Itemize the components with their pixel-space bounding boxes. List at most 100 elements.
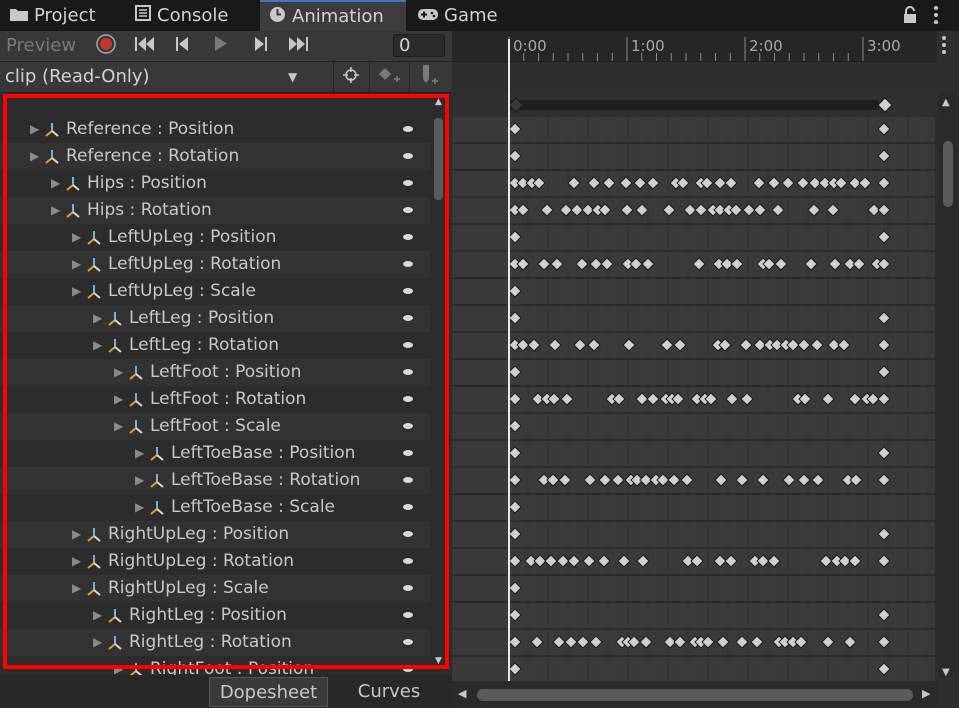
keyframe-row[interactable] bbox=[452, 225, 935, 252]
first-keyframe-button[interactable] bbox=[127, 31, 163, 61]
keyframe-row[interactable] bbox=[452, 387, 935, 414]
keyframe-row[interactable] bbox=[452, 360, 935, 387]
tab-game[interactable]: Game bbox=[418, 0, 498, 31]
property-row[interactable]: ▶ LeftToeBase : Position bbox=[0, 440, 430, 467]
expand-arrow-icon[interactable]: ▶ bbox=[72, 575, 81, 602]
property-row[interactable]: ▶ LeftUpLeg : Position bbox=[0, 224, 430, 251]
property-row[interactable]: ▶ LeftFoot : Position bbox=[0, 359, 430, 386]
property-options-icon[interactable] bbox=[403, 531, 413, 537]
scroll-down-arrow-icon[interactable]: ▼ bbox=[435, 656, 442, 666]
kebab-menu-icon[interactable] bbox=[933, 5, 939, 30]
property-row[interactable]: ▶ LeftToeBase : Rotation bbox=[0, 467, 430, 494]
property-options-icon[interactable] bbox=[403, 423, 413, 429]
property-row[interactable]: ▶ LeftLeg : Rotation bbox=[0, 332, 430, 359]
property-options-icon[interactable] bbox=[403, 639, 413, 645]
curves-tab[interactable]: Curves bbox=[330, 677, 448, 707]
keyframe-row[interactable] bbox=[452, 441, 935, 468]
preview-button[interactable]: Preview bbox=[6, 31, 76, 61]
keyframe-row[interactable] bbox=[452, 198, 935, 225]
tab-console[interactable]: Console bbox=[135, 0, 228, 31]
expand-arrow-icon[interactable]: ▶ bbox=[135, 494, 144, 521]
expand-arrow-icon[interactable]: ▶ bbox=[135, 467, 144, 494]
keyframe-row[interactable] bbox=[452, 279, 935, 306]
keyframe-row[interactable] bbox=[452, 117, 935, 144]
keyframe-row[interactable] bbox=[452, 549, 935, 576]
keyframe-row[interactable] bbox=[452, 468, 935, 495]
clip-dropdown[interactable]: clip (Read-Only) bbox=[0, 62, 315, 92]
expand-arrow-icon[interactable]: ▶ bbox=[51, 197, 60, 224]
playhead[interactable] bbox=[508, 39, 510, 707]
property-row[interactable]: ▶ RightLeg : Position bbox=[0, 602, 430, 629]
property-options-icon[interactable] bbox=[403, 315, 413, 321]
expand-arrow-icon[interactable]: ▶ bbox=[93, 332, 102, 359]
property-row[interactable]: ▶ LeftToeBase : Scale bbox=[0, 494, 430, 521]
expand-arrow-icon[interactable]: ▶ bbox=[72, 224, 81, 251]
timeline-scroll-right-icon[interactable]: ▶ bbox=[922, 687, 930, 700]
property-row[interactable]: ▶ RightUpLeg : Scale bbox=[0, 575, 430, 602]
hierarchy-scroll-thumb[interactable] bbox=[434, 118, 443, 200]
property-options-icon[interactable] bbox=[403, 396, 413, 402]
tab-animation[interactable]: Animation bbox=[260, 0, 406, 31]
property-row[interactable]: ▶ LeftFoot : Rotation bbox=[0, 386, 430, 413]
property-options-icon[interactable] bbox=[403, 207, 413, 213]
keyframe-row[interactable] bbox=[452, 252, 935, 279]
expand-arrow-icon[interactable]: ▶ bbox=[30, 143, 39, 170]
keyframe-row[interactable] bbox=[452, 414, 935, 441]
expand-arrow-icon[interactable]: ▶ bbox=[93, 629, 102, 656]
property-options-icon[interactable] bbox=[403, 477, 413, 483]
expand-arrow-icon[interactable]: ▶ bbox=[114, 656, 123, 675]
summary-keyframe-row[interactable] bbox=[452, 93, 937, 117]
property-options-icon[interactable] bbox=[403, 504, 413, 510]
keyframe-row[interactable] bbox=[452, 576, 935, 603]
frame-input[interactable]: 0 bbox=[393, 34, 445, 57]
property-row[interactable]: ▶ LeftUpLeg : Scale bbox=[0, 278, 430, 305]
tab-project[interactable]: Project bbox=[10, 0, 96, 31]
expand-arrow-icon[interactable]: ▶ bbox=[72, 548, 81, 575]
timeline-vertical-scroll-thumb[interactable] bbox=[943, 141, 953, 207]
property-options-icon[interactable] bbox=[403, 126, 413, 132]
keyframe-row[interactable] bbox=[452, 333, 935, 360]
property-row[interactable]: ▶ LeftUpLeg : Rotation bbox=[0, 251, 430, 278]
property-row[interactable]: ▶ RightLeg : Rotation bbox=[0, 629, 430, 656]
add-keyframe-button[interactable] bbox=[369, 62, 408, 92]
previous-keyframe-button[interactable] bbox=[165, 31, 201, 61]
property-row[interactable]: ▶ Reference : Position bbox=[0, 116, 430, 143]
property-options-icon[interactable] bbox=[403, 261, 413, 267]
property-options-icon[interactable] bbox=[403, 342, 413, 348]
last-keyframe-button[interactable] bbox=[280, 31, 316, 61]
property-options-icon[interactable] bbox=[403, 585, 413, 591]
expand-arrow-icon[interactable]: ▶ bbox=[72, 251, 81, 278]
expand-arrow-icon[interactable]: ▶ bbox=[51, 170, 60, 197]
expand-arrow-icon[interactable]: ▶ bbox=[114, 359, 123, 386]
property-options-icon[interactable] bbox=[403, 153, 413, 159]
expand-arrow-icon[interactable]: ▶ bbox=[72, 521, 81, 548]
property-row[interactable]: ▶ RightFoot : Position bbox=[0, 656, 430, 675]
expand-arrow-icon[interactable]: ▶ bbox=[114, 386, 123, 413]
property-options-icon[interactable] bbox=[403, 666, 413, 672]
property-options-icon[interactable] bbox=[403, 558, 413, 564]
property-row[interactable]: ▶ Hips : Rotation bbox=[0, 197, 430, 224]
keyframe-row[interactable] bbox=[452, 630, 935, 657]
timeline-scroll-left-icon[interactable]: ◀ bbox=[458, 687, 466, 700]
expand-arrow-icon[interactable]: ▶ bbox=[135, 440, 144, 467]
property-row[interactable]: ▶ Reference : Rotation bbox=[0, 143, 430, 170]
expand-arrow-icon[interactable]: ▶ bbox=[114, 413, 123, 440]
keyframe-row[interactable] bbox=[452, 171, 935, 198]
property-row[interactable]: ▶ LeftLeg : Position bbox=[0, 305, 430, 332]
filter-by-selection-button[interactable] bbox=[333, 62, 368, 92]
property-row[interactable]: ▶ LeftFoot : Scale bbox=[0, 413, 430, 440]
timeline-scroll-up-icon[interactable]: ▲ bbox=[942, 97, 950, 108]
keyframe-row[interactable] bbox=[452, 522, 935, 549]
property-options-icon[interactable] bbox=[403, 450, 413, 456]
lock-icon[interactable] bbox=[903, 6, 917, 28]
dopesheet-tab[interactable]: Dopesheet bbox=[209, 677, 328, 707]
property-options-icon[interactable] bbox=[403, 234, 413, 240]
timeline-scroll-down-icon[interactable]: ▼ bbox=[942, 667, 950, 678]
property-options-icon[interactable] bbox=[403, 369, 413, 375]
property-row[interactable]: ▶ RightUpLeg : Position bbox=[0, 521, 430, 548]
keyframe-row[interactable] bbox=[452, 144, 935, 171]
keyframe-row[interactable] bbox=[452, 306, 935, 333]
scroll-up-arrow-icon[interactable]: ▲ bbox=[435, 97, 442, 107]
property-options-icon[interactable] bbox=[403, 288, 413, 294]
next-keyframe-button[interactable] bbox=[242, 31, 278, 61]
